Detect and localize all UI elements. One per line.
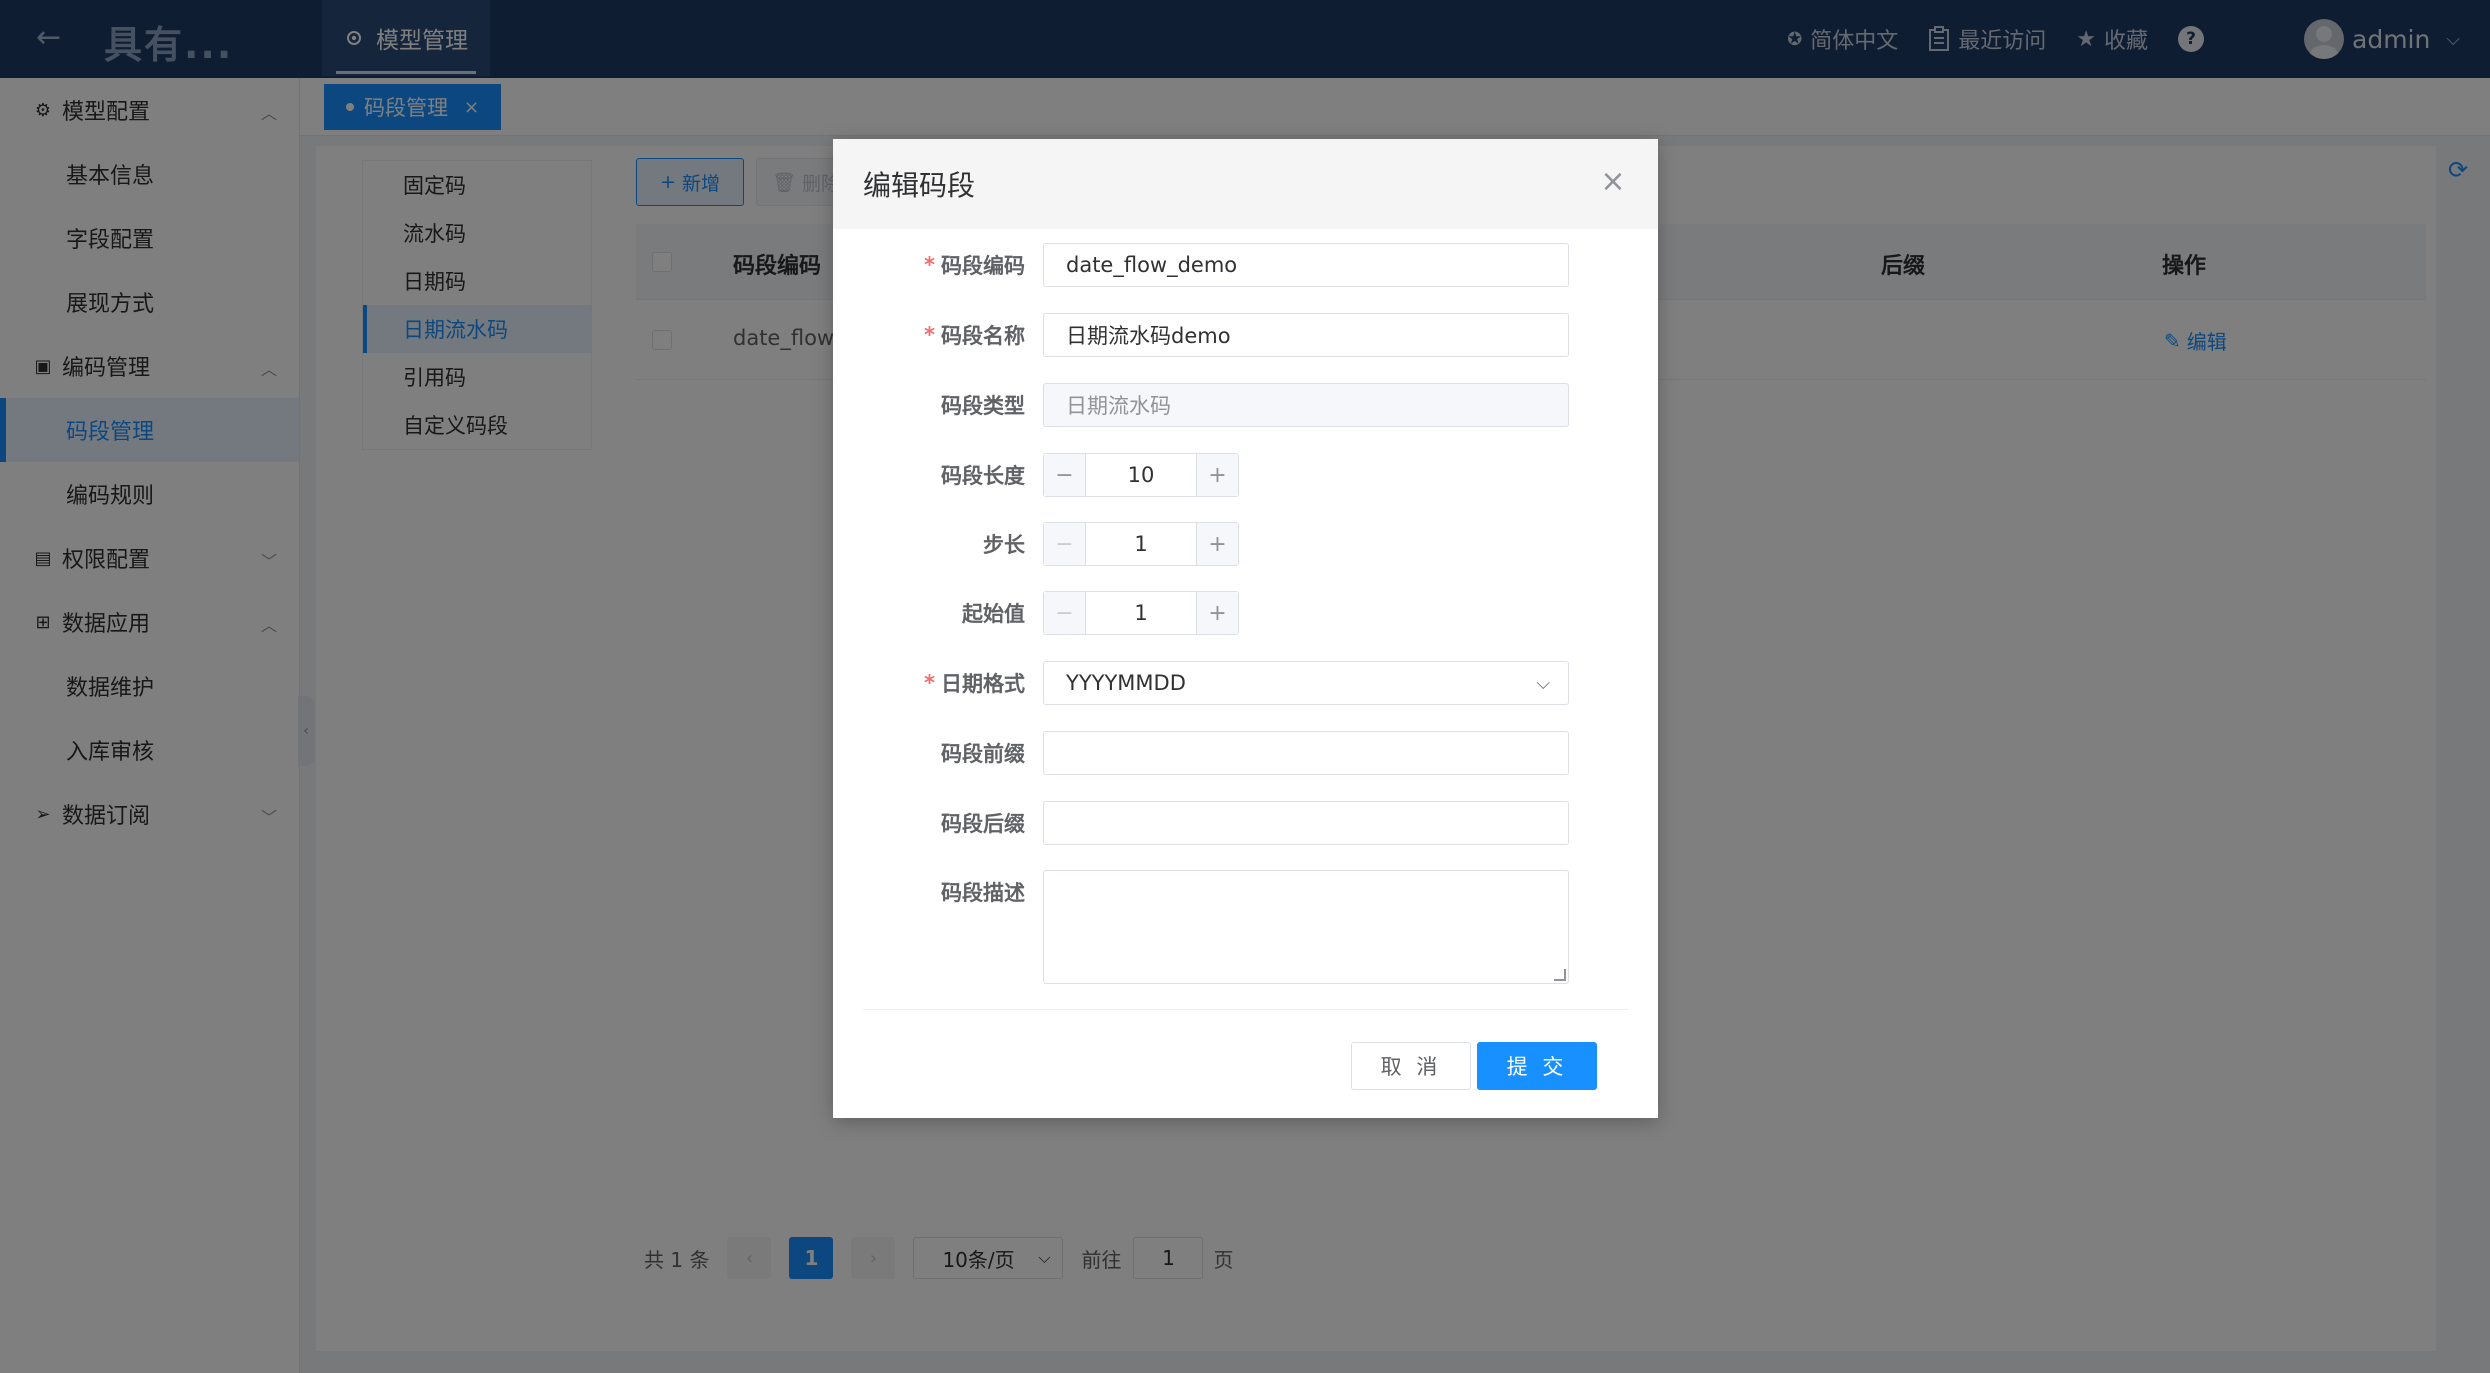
field-row-code: * 码段编码 date_flow_demo xyxy=(833,243,1658,287)
field-row-suffix: 码段后缀 xyxy=(833,801,1658,845)
field-label-code: * 码段编码 xyxy=(924,243,1025,287)
field-label-text: 起始值 xyxy=(962,602,1025,626)
step-stepper: − 1 + xyxy=(1043,522,1239,566)
code-input[interactable]: date_flow_demo xyxy=(1043,243,1569,287)
prefix-input[interactable] xyxy=(1043,731,1569,775)
description-textarea[interactable] xyxy=(1043,870,1569,984)
suffix-input[interactable] xyxy=(1043,801,1569,845)
field-label-length: 码段长度 xyxy=(941,453,1025,497)
field-label-desc: 码段描述 xyxy=(941,870,1025,914)
field-label-suffix: 码段后缀 xyxy=(941,801,1025,845)
resize-handle-icon[interactable] xyxy=(1554,969,1566,981)
field-row-desc: 码段描述 xyxy=(833,870,1658,984)
field-label-start: 起始值 xyxy=(962,591,1025,635)
field-label-text: 码段编码 xyxy=(941,254,1025,278)
close-icon[interactable]: × xyxy=(1598,167,1628,197)
chevron-down-icon: ⌵ xyxy=(1536,672,1550,694)
field-row-length: 码段长度 − 10 + xyxy=(833,453,1658,497)
submit-button[interactable]: 提 交 xyxy=(1477,1042,1597,1090)
field-label-text: 日期格式 xyxy=(941,672,1025,696)
required-mark: * xyxy=(924,253,935,277)
field-label-prefix: 码段前缀 xyxy=(941,731,1025,775)
field-label-text: 步长 xyxy=(983,533,1025,557)
decrement-button[interactable]: − xyxy=(1044,592,1086,634)
field-row-date-format: * 日期格式 YYYYMMDD ⌵ xyxy=(833,661,1658,705)
field-label-text: 码段前缀 xyxy=(941,742,1025,766)
decrement-button[interactable]: − xyxy=(1044,523,1086,565)
dialog-header: 编辑码段 × xyxy=(833,139,1658,229)
field-label-text: 码段描述 xyxy=(941,881,1025,905)
field-label-step: 步长 xyxy=(983,522,1025,566)
step-value[interactable]: 1 xyxy=(1086,523,1196,565)
date-format-value: YYYYMMDD xyxy=(1066,671,1186,695)
decrement-button[interactable]: − xyxy=(1044,454,1086,496)
field-row-name: * 码段名称 日期流水码demo xyxy=(833,313,1658,357)
length-value[interactable]: 10 xyxy=(1086,454,1196,496)
field-row-start: 起始值 − 1 + xyxy=(833,591,1658,635)
required-mark: * xyxy=(924,323,935,347)
increment-button[interactable]: + xyxy=(1196,523,1238,565)
field-label-text: 码段名称 xyxy=(941,324,1025,348)
date-format-select[interactable]: YYYYMMDD ⌵ xyxy=(1043,661,1569,705)
increment-button[interactable]: + xyxy=(1196,592,1238,634)
start-stepper: − 1 + xyxy=(1043,591,1239,635)
field-row-step: 步长 − 1 + xyxy=(833,522,1658,566)
name-input[interactable]: 日期流水码demo xyxy=(1043,313,1569,357)
increment-button[interactable]: + xyxy=(1196,454,1238,496)
cancel-button[interactable]: 取 消 xyxy=(1351,1042,1471,1090)
field-label-name: * 码段名称 xyxy=(924,313,1025,357)
field-label-text: 码段类型 xyxy=(941,394,1025,418)
length-stepper: − 10 + xyxy=(1043,453,1239,497)
field-label-text: 码段后缀 xyxy=(941,812,1025,836)
field-row-type: 码段类型 日期流水码 xyxy=(833,383,1658,427)
field-label-text: 码段长度 xyxy=(941,464,1025,488)
dialog-divider xyxy=(863,1009,1628,1010)
dialog-title: 编辑码段 xyxy=(863,169,976,202)
edit-segment-dialog: 编辑码段 × * 码段编码 date_flow_demo * 码段名称 日期流水… xyxy=(833,139,1658,1118)
field-label-date-format: * 日期格式 xyxy=(924,661,1025,705)
required-mark: * xyxy=(924,671,935,695)
field-row-prefix: 码段前缀 xyxy=(833,731,1658,775)
type-input-disabled: 日期流水码 xyxy=(1043,383,1569,427)
field-label-type: 码段类型 xyxy=(941,383,1025,427)
start-value[interactable]: 1 xyxy=(1086,592,1196,634)
